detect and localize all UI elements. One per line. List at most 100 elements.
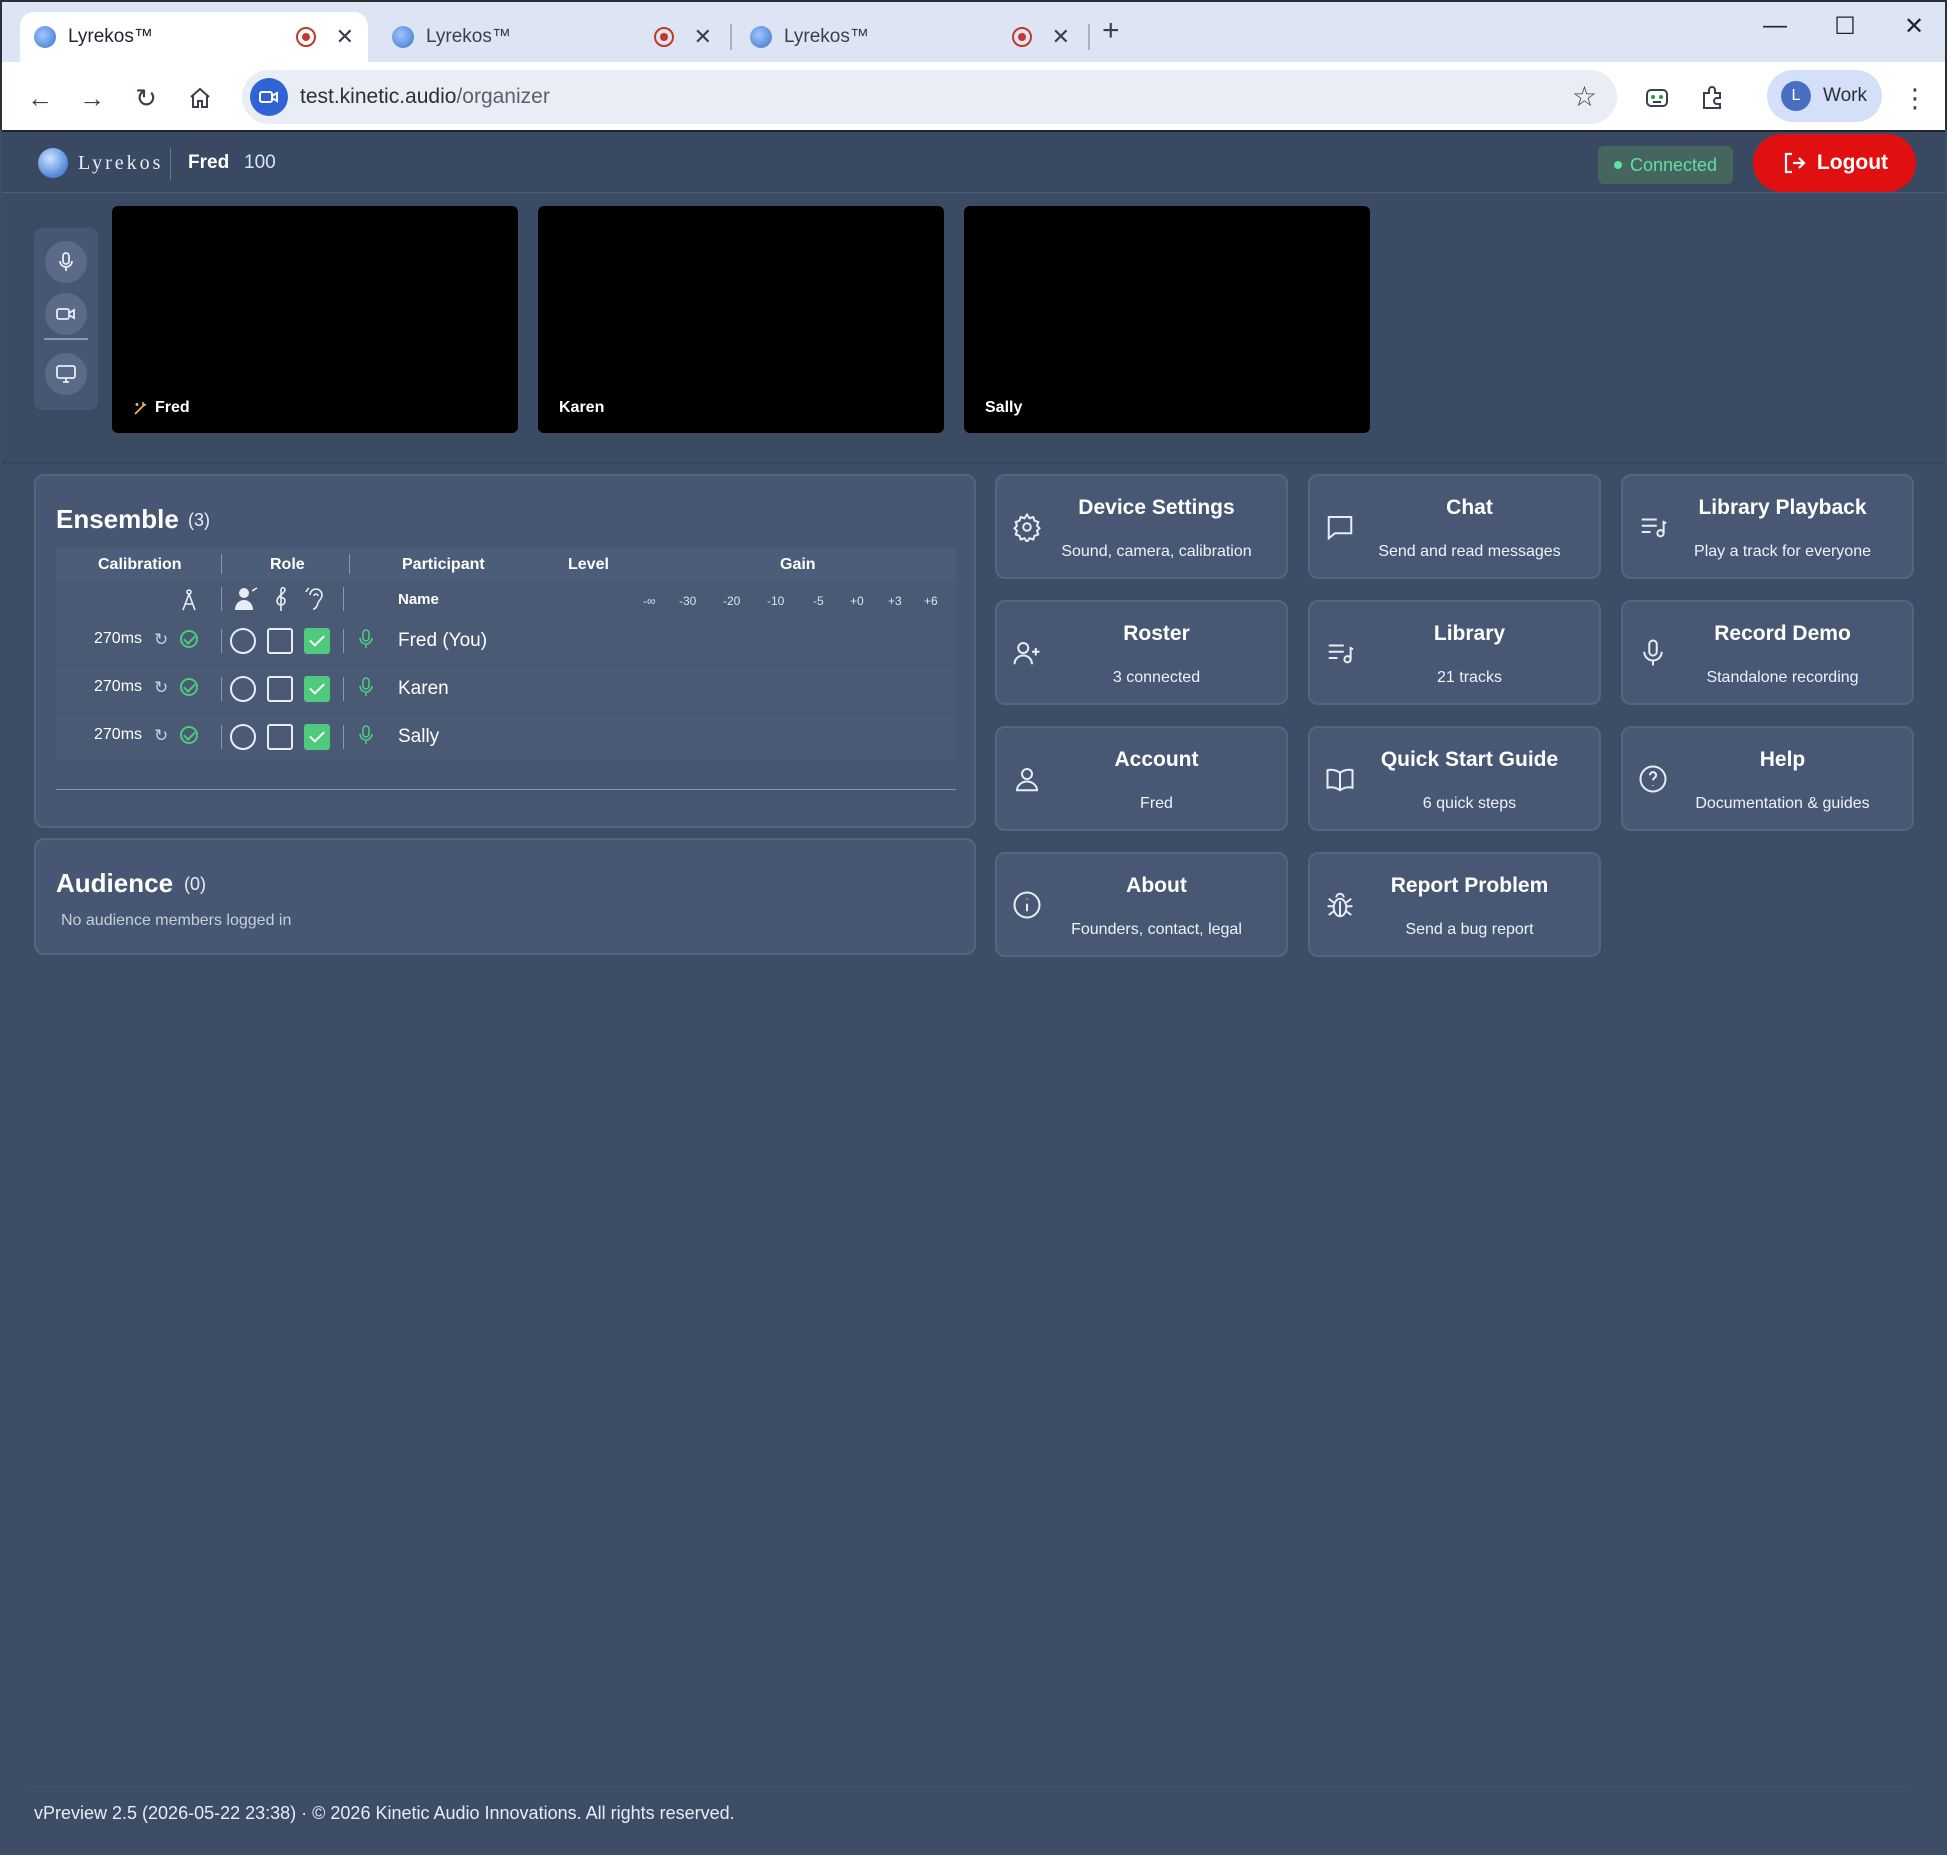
monitor-icon [56, 365, 76, 383]
brand-name: Lyrekos [78, 151, 164, 174]
window-close-icon[interactable]: ✕ [1894, 12, 1934, 41]
record-demo-card[interactable]: Record Demo Standalone recording [1621, 600, 1914, 705]
browser-tab-2[interactable]: Lyrekos™ ✕ [378, 12, 726, 62]
controls-divider [44, 338, 88, 340]
account-card[interactable]: Account Fred [995, 726, 1288, 831]
address-bar[interactable]: test.kinetic.audio/organizer ☆ [242, 70, 1617, 124]
screen-share-button[interactable] [45, 353, 87, 395]
conductor-radio[interactable] [230, 724, 256, 750]
calibrated-check-icon [180, 678, 198, 696]
row-divider [343, 725, 344, 749]
lyrekos-favicon-icon [750, 26, 772, 48]
gain-tick: -20 [723, 594, 741, 608]
back-icon[interactable]: ← [20, 78, 60, 118]
participant-name: Sally [398, 726, 440, 747]
report-problem-card[interactable]: Report Problem Send a bug report [1308, 852, 1601, 957]
row-divider [221, 725, 222, 749]
extensions-puzzle-icon[interactable] [1692, 78, 1732, 118]
microphone-icon [59, 252, 73, 271]
tab-separator [1088, 24, 1090, 50]
table-row: 270ms ↻ Fred (You) [56, 618, 956, 664]
card-subtitle: Send a bug report [1405, 921, 1534, 938]
performer-checkbox[interactable] [267, 676, 293, 702]
library-playback-card[interactable]: Library Playback Play a track for everyo… [1621, 474, 1914, 579]
minimize-icon[interactable]: — [1755, 12, 1795, 40]
close-tab-icon[interactable]: ✕ [1052, 24, 1070, 50]
about-card[interactable]: About Founders, contact, legal [995, 852, 1288, 957]
extension-robot-icon[interactable] [1637, 78, 1677, 118]
reload-icon[interactable]: ↻ [126, 78, 166, 118]
new-tab-icon[interactable]: + [1102, 14, 1120, 48]
microphone-toggle-button[interactable] [45, 241, 87, 283]
site-info-icon[interactable] [250, 78, 288, 116]
browser-tab-1[interactable]: Lyrekos™ ✕ [20, 12, 368, 62]
recalibrate-icon[interactable]: ↻ [154, 726, 168, 746]
roster-card[interactable]: Roster 3 connected [995, 600, 1288, 705]
lyrekos-logo-icon [38, 148, 68, 178]
row-divider [221, 677, 222, 701]
avatar: L [1781, 81, 1811, 111]
video-tile-fred[interactable]: Fred [112, 206, 518, 433]
card-title: Account [1114, 748, 1199, 771]
chat-card[interactable]: Chat Send and read messages [1308, 474, 1601, 579]
user-name: Fred [188, 152, 230, 173]
column-header-calibration: Calibration [98, 556, 182, 573]
card-title: Device Settings [1078, 496, 1235, 519]
video-tile-sally[interactable]: Sally [964, 206, 1370, 433]
camera-toggle-button[interactable] [45, 293, 87, 335]
close-tab-icon[interactable]: ✕ [336, 24, 354, 50]
recalibrate-icon[interactable]: ↻ [154, 678, 168, 698]
latency-value: 270ms [94, 726, 143, 743]
close-tab-icon[interactable]: ✕ [694, 24, 712, 50]
logout-button[interactable]: Logout [1753, 134, 1916, 192]
calibrated-check-icon [180, 726, 198, 744]
card-subtitle: Documentation & guides [1695, 795, 1870, 812]
browser-menu-icon[interactable]: ⋮ [1895, 78, 1935, 118]
listener-checkbox[interactable] [304, 724, 330, 750]
audience-panel: Audience (0) No audience members logged … [34, 838, 976, 955]
card-subtitle: Standalone recording [1706, 669, 1859, 686]
footer-divider [30, 1786, 1910, 1787]
help-card[interactable]: Help Documentation & guides [1621, 726, 1914, 831]
listener-checkbox[interactable] [304, 628, 330, 654]
device-settings-card[interactable]: Device Settings Sound, camera, calibrati… [995, 474, 1288, 579]
row-divider [221, 629, 222, 653]
recalibrate-icon[interactable]: ↻ [154, 630, 168, 650]
browser-tab-3[interactable]: Lyrekos™ ✕ [736, 12, 1084, 62]
bookmark-star-icon[interactable]: ☆ [1572, 80, 1597, 113]
column-header-level: Level [568, 556, 609, 573]
video-tile-label: Fred [133, 399, 190, 417]
tab-strip: Lyrekos™ ✕ Lyrekos™ ✕ Lyrekos™ ✕ + — ☐ ✕ [2, 2, 1945, 62]
conductor-radio[interactable] [230, 628, 256, 654]
header-divider [221, 587, 222, 611]
treble-clef-icon [276, 586, 286, 611]
quick-start-guide-card[interactable]: Quick Start Guide 6 quick steps [1308, 726, 1601, 831]
performer-checkbox[interactable] [267, 628, 293, 654]
footer-text: vPreview 2.5 (2026-05-22 23:38) · © 2026… [34, 1803, 735, 1823]
forward-icon[interactable]: → [72, 78, 112, 118]
ensemble-title: Ensemble [56, 504, 179, 534]
video-tile-karen[interactable]: Karen [538, 206, 944, 433]
performer-checkbox[interactable] [267, 724, 293, 750]
video-tile-label: Karen [559, 399, 604, 417]
ensemble-subheader: Name -∞ -30 -20 -10 -5 +0 +3 +6 [56, 580, 956, 618]
listener-checkbox[interactable] [304, 676, 330, 702]
card-title: Roster [1123, 622, 1190, 645]
home-icon[interactable] [180, 78, 220, 118]
app-logo[interactable]: Lyrekos [38, 148, 163, 178]
connection-status-label: Connected [1630, 154, 1718, 175]
tab-title: Lyrekos™ [68, 26, 153, 47]
conductor-radio[interactable] [230, 676, 256, 702]
library-card[interactable]: Library 21 tracks [1308, 600, 1601, 705]
gain-tick: -∞ [643, 594, 656, 608]
card-subtitle: Fred [1140, 795, 1173, 812]
maximize-icon[interactable]: ☐ [1825, 12, 1865, 41]
profile-button[interactable]: L Work [1767, 70, 1882, 122]
card-subtitle: Sound, camera, calibration [1061, 543, 1252, 560]
ensemble-count: (3) [188, 510, 210, 530]
table-bottom-divider [56, 789, 956, 790]
latency-value: 270ms [94, 678, 143, 695]
card-subtitle: Play a track for everyone [1694, 543, 1871, 560]
table-row: 270ms ↻ Sally [56, 714, 956, 760]
card-title: About [1126, 874, 1187, 897]
